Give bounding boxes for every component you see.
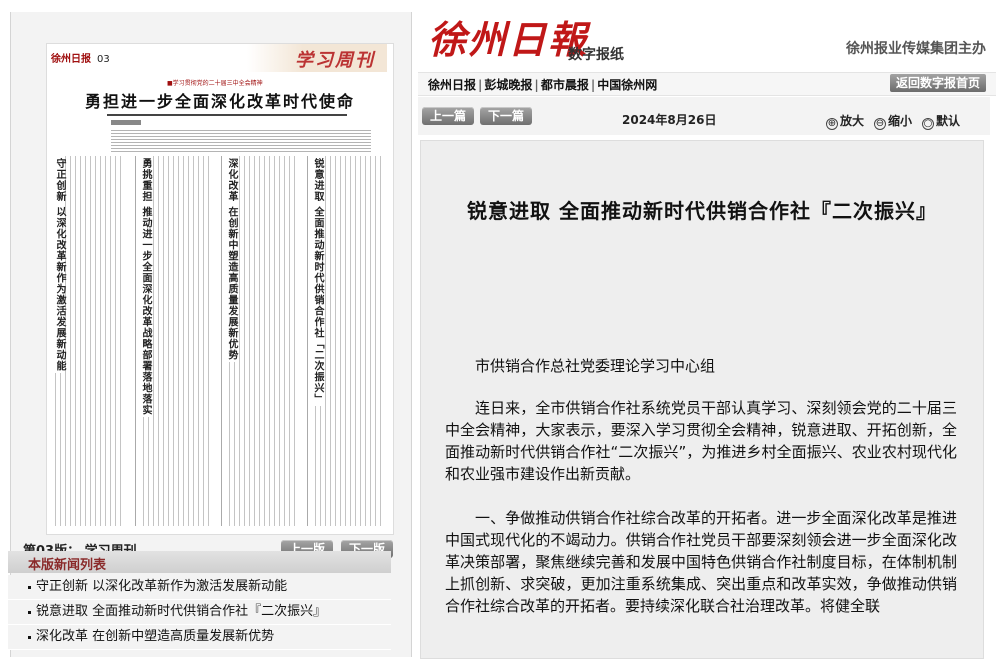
thumbnail-divider <box>307 156 308 526</box>
thumbnail-text-column <box>55 156 125 526</box>
zoom-in-label: 放大 <box>840 114 865 128</box>
thumbnail-rule <box>107 114 347 116</box>
thumbnail-column-name: 学习周刊 <box>295 50 375 71</box>
thumbnail-page-number: 03 <box>97 54 110 65</box>
news-list-title: 本版新闻列表 <box>28 558 107 573</box>
article-panel: 锐意进取 全面推动新时代供销合作社『二次振兴』 市供销合作总社党委理论学习中心组… <box>420 140 984 659</box>
issue-date: 2024年8月26日 <box>622 113 717 127</box>
prev-article-button[interactable]: 上一篇 <box>422 107 474 125</box>
thumbnail-author-line <box>111 120 141 125</box>
next-article-button[interactable]: 下一篇 <box>480 107 532 125</box>
thumbnail-headline[interactable]: 守正创新 以深化改革新作为激活发展新动能 <box>53 156 65 374</box>
nav-links: 徐州日报 | 彭城晚报 | 都市晨报 | 中国徐州网 <box>428 76 657 93</box>
thumbnail-text-column <box>315 156 385 526</box>
news-list-item[interactable]: 守正创新 以深化改革新作为激活发展新动能 <box>8 575 391 600</box>
nav-separator: | <box>478 78 483 92</box>
news-list-item[interactable]: 锐意进取 全面推动新时代供销合作社『二次振兴』 <box>8 600 391 625</box>
zoom-out-button[interactable]: ⊖ 缩小 <box>874 112 912 130</box>
thumbnail-headline[interactable]: 深化改革 在创新中塑造高质量发展新优势 <box>225 156 237 363</box>
article-paragraph: 一、争做推动供销合作社综合改革的开拓者。进一步全面深化改革是推进中国式现代化的不… <box>445 509 957 615</box>
site-banner: 徐州日報 数字报纸 徐州报业传媒集团主办 <box>418 12 996 72</box>
article-body: 市供销合作总社党委理论学习中心组 连日来，全市供销合作社系统党员干部认真学习、深… <box>445 355 957 639</box>
zoom-default-label: 默认 <box>936 114 961 128</box>
site-logo[interactable]: 徐州日報 <box>428 20 588 60</box>
zoom-default-button[interactable]: ○ 默认 <box>922 112 960 130</box>
nav-separator: | <box>590 78 596 92</box>
thumbnail-intro-text <box>111 130 371 152</box>
thumbnail-divider <box>135 156 136 526</box>
newspaper-page-thumbnail[interactable]: 徐州日报 03 学习周刊 ■学习贯彻党的二十届三中全会精神 勇担进一步全面深化改革… <box>47 44 393 534</box>
nav-link-xuzhou-daily[interactable]: 徐州日报 <box>428 78 476 92</box>
zoom-default-icon: ○ <box>922 118 934 130</box>
nav-separator: | <box>534 78 539 92</box>
site-logo-subtitle: 数字报纸 <box>568 47 624 63</box>
thumbnail-text-column <box>143 156 213 526</box>
news-list-header: 本版新闻列表 <box>8 551 391 573</box>
nav-link-dushi-morning[interactable]: 都市晨报 <box>541 78 589 92</box>
zoom-out-label: 缩小 <box>888 114 913 128</box>
top-nav: 徐州日报 | 彭城晚报 | 都市晨报 | 中国徐州网 返回数字报首页 <box>418 72 996 96</box>
nav-link-pengcheng-evening[interactable]: 彭城晚报 <box>484 78 532 92</box>
news-list-item[interactable]: 深化改革 在创新中塑造高质量发展新优势 <box>8 625 391 650</box>
thumbnail-subheading: ■学习贯彻党的二十届三中全会精神 <box>167 80 263 87</box>
zoom-in-icon: ⊕ <box>826 118 838 130</box>
article-title: 锐意进取 全面推动新时代供销合作社『二次振兴』 <box>467 199 937 223</box>
news-list: 守正创新 以深化改革新作为激活发展新动能 锐意进取 全面推动新时代供销合作社『二… <box>8 575 391 650</box>
nav-link-china-xuzhou-net[interactable]: 中国徐州网 <box>597 78 657 92</box>
article-paragraph: 连日来，全市供销合作社系统党员干部认真学习、深刻领会党的二十届三中全会精神，大家… <box>445 399 957 483</box>
thumbnail-masthead: 徐州日报 03 <box>51 54 110 65</box>
sponsor-text: 徐州报业传媒集团主办 <box>846 41 986 57</box>
zoom-in-button[interactable]: ⊕ 放大 <box>826 112 864 130</box>
home-button[interactable]: 返回数字报首页 <box>889 74 986 92</box>
article-byline: 市供销合作总社党委理论学习中心组 <box>475 357 716 375</box>
thumbnail-column-header: 学习周刊 <box>247 44 387 72</box>
thumbnail-title: 勇担进一步全面深化改革时代使命 <box>84 92 355 111</box>
article-toolbar: 上一篇 下一篇 2024年8月26日 ⊕ 放大 ⊖ 缩小 ○ 默认 <box>418 97 990 135</box>
thumbnail-headline[interactable]: 锐意进取 全面推动新时代供销合作社「二次振兴」 <box>311 156 323 407</box>
thumbnail-headline[interactable]: 勇挑重担 推动进一步全面深化改革战略部署落地落实 <box>139 156 151 418</box>
thumbnail-divider <box>221 156 222 526</box>
thumbnail-text-column <box>229 156 299 526</box>
zoom-out-icon: ⊖ <box>874 118 886 130</box>
